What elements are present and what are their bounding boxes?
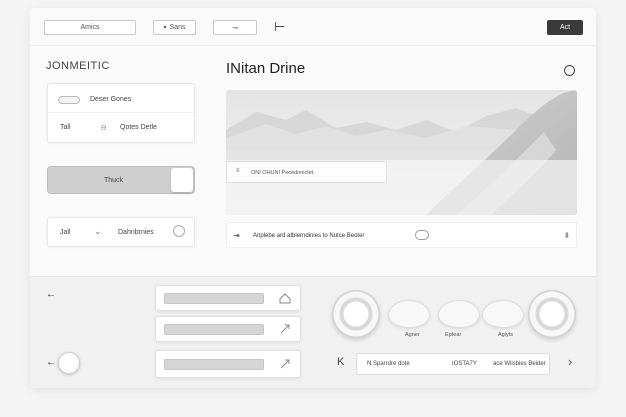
footer-left-text: N Sparrdre dote — [367, 361, 410, 367]
info-text: Anplebe ard atblerndinies to Nutce Beote… — [253, 233, 365, 239]
expand-icon[interactable] — [278, 357, 292, 371]
home-icon[interactable] — [278, 291, 292, 305]
dial-right[interactable] — [528, 290, 576, 338]
bell-icon[interactable]: ⍾ — [101, 123, 106, 133]
toggle-knob[interactable] — [171, 168, 193, 192]
settings-row2-right: Qotes Detle — [120, 124, 157, 131]
bubble-3-label: Agiyts — [498, 332, 513, 338]
cloud-icon[interactable] — [415, 230, 429, 240]
main-toggle[interactable]: Thuck — [47, 166, 195, 194]
select-card[interactable]: Jall ⌄ Dahnbrnies — [47, 217, 195, 247]
slider-knob[interactable] — [58, 352, 80, 374]
select-right-label: Dahnbrnies — [118, 229, 154, 236]
top-field-3[interactable]: ⊸ — [213, 20, 257, 35]
field-arrow-icon: ▾ — [163, 25, 167, 31]
menu-icon[interactable]: ≡ — [236, 168, 240, 174]
bubble-1[interactable] — [388, 300, 430, 328]
main-toggle-label: Thuck — [104, 177, 124, 184]
next-button[interactable]: › — [568, 354, 572, 369]
bubble-2[interactable] — [438, 300, 480, 328]
flag-icon[interactable]: ▮ — [565, 231, 569, 239]
arrow-icon[interactable]: ⇥ — [233, 231, 240, 240]
top-field-2-label: Sans — [169, 24, 186, 31]
settings-row2-left: Tall — [60, 124, 71, 131]
action-button[interactable]: Act — [547, 20, 583, 35]
previous-button[interactable]: K — [337, 356, 344, 368]
dial-left[interactable] — [332, 290, 380, 338]
bubble-1-label: Agner — [405, 332, 420, 338]
page-title: INitan Drine — [226, 60, 306, 77]
info-bar: ⇥ Anplebe ard atblerndinies to Nutce Beo… — [226, 222, 577, 248]
input-bar[interactable] — [164, 293, 264, 304]
top-field-2[interactable]: ▾ Sans — [153, 20, 196, 35]
footer-right-text: ace Wiisbies Beider — [493, 361, 546, 367]
input-bar[interactable] — [164, 324, 264, 335]
slider-arrow-icon[interactable]: ← — [46, 357, 56, 368]
back-arrow-icon[interactable]: ← — [46, 289, 56, 300]
app-window: Amics ▾ Sans ⊸ ⊢ Act JONMEITIC Deser Gon… — [30, 8, 596, 388]
divider — [48, 112, 196, 113]
divider-icon: ⊢ — [274, 19, 286, 34]
bubble-3[interactable] — [482, 300, 524, 328]
hero-image: ≡ ONI OHUNI Pecedonictet — [226, 90, 577, 215]
brand-logo: JONMEITIC — [46, 60, 110, 72]
top-field-1[interactable]: Amics — [44, 20, 136, 35]
settings-card: Deser Gones Tall ⍾ Qotes Detle — [47, 83, 196, 143]
pill-toggle[interactable] — [58, 96, 80, 104]
input-slot-2[interactable] — [155, 316, 301, 342]
input-slot-1[interactable] — [155, 285, 301, 311]
expand-icon[interactable] — [278, 322, 292, 336]
mountain-landscape-icon — [226, 90, 577, 215]
top-bar: Amics ▾ Sans ⊸ ⊢ Act — [30, 8, 596, 46]
info-circle-icon[interactable] — [564, 65, 575, 76]
select-left-label: Jall — [60, 229, 71, 236]
input-slot-3[interactable] — [155, 350, 301, 378]
footer-bar: N Sparrdre dote IOSTA7Y ace Wiisbies Bei… — [356, 353, 550, 375]
settings-row1-label: Deser Gones — [90, 96, 132, 103]
chevron-down-icon[interactable]: ⌄ — [94, 226, 102, 237]
bubble-2-label: Eptear — [445, 332, 462, 338]
eye-icon: ⊸ — [232, 24, 238, 32]
hero-caption: ONI OHUNI Pecedonictet — [251, 170, 314, 176]
footer-middle-text: IOSTA7Y — [452, 361, 477, 367]
input-bar[interactable] — [164, 359, 264, 370]
refresh-icon[interactable] — [173, 225, 185, 237]
